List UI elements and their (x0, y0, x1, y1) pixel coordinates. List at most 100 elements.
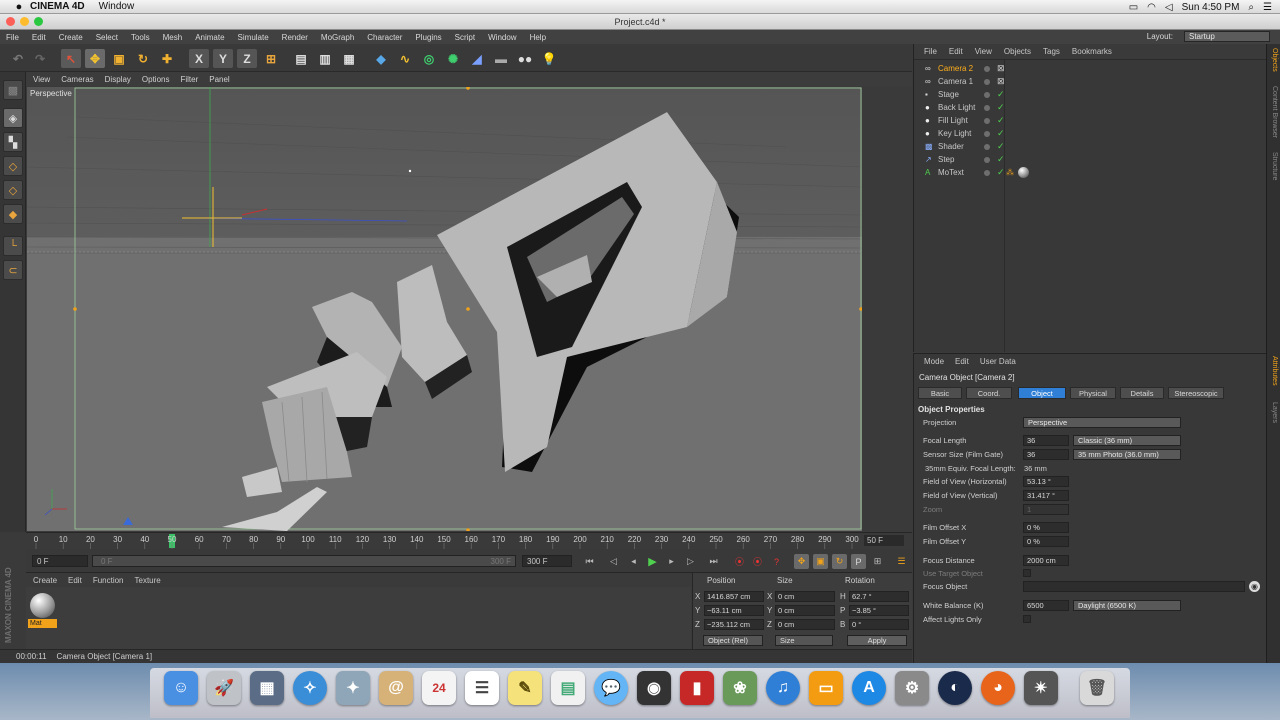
strip-tab-content-browser[interactable]: Content Browser (1271, 86, 1278, 138)
use-target-checkbox[interactable] (1023, 569, 1031, 577)
next-keyframe-icon[interactable]: ▷ (683, 554, 698, 569)
affect-lights-checkbox[interactable] (1023, 615, 1031, 623)
model-mode-icon[interactable]: ◈ (3, 108, 23, 128)
tab-details[interactable]: Details (1120, 387, 1164, 399)
strip-tab-attributes[interactable]: Attributes (1271, 356, 1278, 386)
calendar-icon[interactable]: 24 (422, 671, 456, 705)
projection-dropdown[interactable]: Perspective (1023, 417, 1181, 428)
key-scale-icon[interactable]: ▣ (813, 554, 828, 569)
polygons-mode-icon[interactable]: ◆ (3, 204, 23, 224)
safari-icon[interactable]: ✧ (293, 671, 327, 705)
preview-range-slider[interactable]: 0 F 300 F (92, 555, 516, 567)
imovie-icon[interactable]: ✴ (1024, 671, 1058, 705)
rotation-p-field[interactable]: −3.85 ° (849, 605, 909, 616)
autokeying-icon[interactable]: ⦿ (750, 554, 765, 569)
current-frame-field[interactable]: 0 F (32, 555, 88, 567)
texture-mode-icon[interactable]: ▚ (3, 132, 23, 152)
zoom-window-icon[interactable] (34, 17, 43, 26)
pick-object-icon[interactable]: ◉ (1249, 581, 1260, 592)
viewport-menu-filter[interactable]: Filter (180, 75, 198, 84)
size-y-field[interactable]: 0 cm (775, 605, 835, 616)
obj-menu-tags[interactable]: Tags (1043, 47, 1060, 56)
strip-tab-layers[interactable]: Layers (1271, 402, 1278, 423)
menu-animate[interactable]: Animate (195, 33, 224, 42)
object-name[interactable]: Back Light (938, 103, 975, 112)
enabled-check-icon[interactable]: ✓ (997, 141, 1005, 152)
material-preview[interactable] (30, 593, 55, 618)
visibility-dot[interactable] (984, 131, 990, 137)
focus-distance-field[interactable]: 2000 cm (1023, 555, 1069, 566)
preview-icon[interactable]: ✦ (336, 671, 370, 705)
object-row-stage[interactable]: ▪ Stage ✓ (920, 89, 1260, 102)
move-tool-icon[interactable]: ✥ (85, 49, 105, 68)
app-store-icon[interactable]: A (852, 671, 886, 705)
object-name[interactable]: Shader (938, 142, 964, 151)
render-settings-icon[interactable]: ▦ (339, 49, 359, 68)
menu-mesh[interactable]: Mesh (163, 33, 183, 42)
object-name[interactable]: Stage (938, 90, 959, 99)
obj-menu-view[interactable]: View (975, 47, 992, 56)
keyframe-selection-icon[interactable]: ? (769, 554, 784, 569)
itunes-icon[interactable]: ♫ (766, 671, 800, 705)
attr-menu-edit[interactable]: Edit (955, 357, 969, 366)
menu-help[interactable]: Help (530, 33, 546, 42)
reminders-icon[interactable]: ☰ (465, 671, 499, 705)
wifi-icon[interactable]: ◠ (1147, 2, 1156, 13)
obj-menu-bookmarks[interactable]: Bookmarks (1072, 47, 1112, 56)
apply-button[interactable]: Apply (847, 635, 907, 646)
enabled-check-icon[interactable]: ✓ (997, 102, 1005, 113)
menu-character[interactable]: Character (367, 33, 402, 42)
undo-icon[interactable]: ↶ (8, 49, 28, 68)
menu-edit[interactable]: Edit (32, 33, 46, 42)
render-picture-viewer-icon[interactable]: ▥ (315, 49, 335, 68)
finder-icon[interactable]: ☺ (164, 671, 198, 705)
make-editable-icon[interactable]: ▩ (3, 80, 23, 100)
notification-center-icon[interactable]: ☰ (1263, 2, 1272, 13)
y-axis-lock-icon[interactable]: Y (213, 49, 233, 68)
system-preferences-icon[interactable]: ⚙ (895, 671, 929, 705)
enabled-check-icon[interactable]: ✓ (997, 128, 1005, 139)
clock-text[interactable]: Sun 4:50 PM (1182, 2, 1240, 13)
menu-tools[interactable]: Tools (131, 33, 150, 42)
attr-menu-user-data[interactable]: User Data (980, 357, 1016, 366)
deformer-icon[interactable]: ◢ (467, 49, 487, 68)
size-x-field[interactable]: 0 cm (775, 591, 835, 602)
previous-keyframe-icon[interactable]: ◁ (606, 554, 621, 569)
cinema4d-icon[interactable]: ◐ (938, 671, 972, 705)
object-row-camera-2[interactable]: ∞ Camera 2 ⊠ (920, 63, 1260, 76)
camera-target-tag-icon[interactable]: ⊠ (997, 76, 1005, 87)
spotlight-icon[interactable]: ⌕ (1248, 2, 1254, 13)
close-window-icon[interactable] (6, 17, 15, 26)
minimize-window-icon[interactable] (20, 17, 29, 26)
battery-icon[interactable]: ▭ (1129, 2, 1138, 13)
menu-window[interactable]: Window (488, 33, 516, 42)
position-z-field[interactable]: −235.112 cm (704, 619, 764, 630)
tab-basic[interactable]: Basic (918, 387, 962, 399)
perspective-viewport[interactable]: Perspective (27, 87, 862, 531)
object-name[interactable]: Camera 1 (938, 77, 973, 86)
previous-frame-icon[interactable]: ◂ (626, 554, 641, 569)
focal-length-preset-dropdown[interactable]: Classic (36 mm) (1073, 435, 1181, 446)
recent-tool-icon[interactable]: ✚ (157, 49, 177, 68)
goto-end-icon[interactable]: ⏭ (706, 554, 721, 569)
firefox-icon[interactable]: ◕ (981, 671, 1015, 705)
points-mode-icon[interactable]: ◇ (3, 156, 23, 176)
enabled-check-icon[interactable]: ✓ (997, 115, 1005, 126)
photobooth-icon[interactable]: ▮ (680, 671, 714, 705)
strip-tab-objects[interactable]: Objects (1271, 48, 1278, 72)
tab-stereoscopic[interactable]: Stereoscopic (1168, 387, 1224, 399)
enabled-check-icon[interactable]: ✓ (997, 89, 1005, 100)
mac-menu-window[interactable]: Window (99, 1, 135, 12)
material-menu-texture[interactable]: Texture (135, 576, 161, 585)
material-tag-icon[interactable] (1018, 167, 1029, 178)
viewport-menu-options[interactable]: Options (142, 75, 170, 84)
apple-icon[interactable]: ● (8, 1, 30, 13)
tab-coord[interactable]: Coord. (966, 387, 1012, 399)
visibility-dot[interactable] (984, 66, 990, 72)
menu-script[interactable]: Script (455, 33, 475, 42)
tab-physical[interactable]: Physical (1070, 387, 1116, 399)
material-menu-edit[interactable]: Edit (68, 576, 82, 585)
edges-mode-icon[interactable]: ◇ (3, 180, 23, 200)
key-rotation-icon[interactable]: ↻ (832, 554, 847, 569)
sensor-size-preset-dropdown[interactable]: 35 mm Photo (36.0 mm) (1073, 449, 1181, 460)
